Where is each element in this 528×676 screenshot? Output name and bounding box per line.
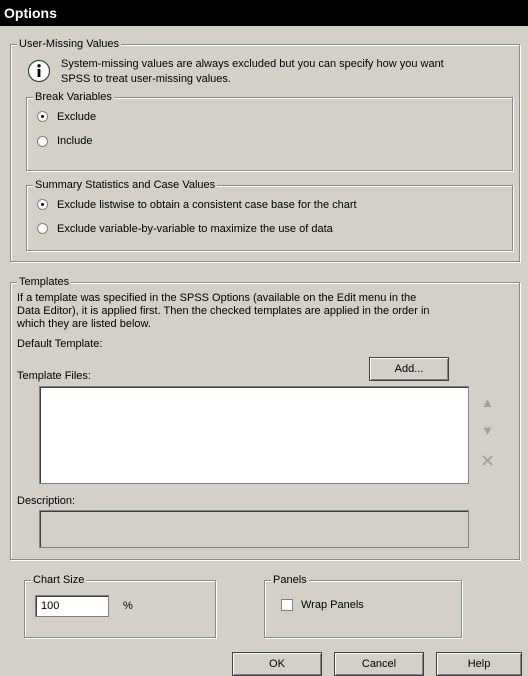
templates-info-line3: which they are listed below. <box>17 318 151 330</box>
templates-legend: Templates <box>17 275 72 289</box>
user-missing-info-line2: SPSS to treat user-missing values. <box>61 73 231 85</box>
help-button[interactable]: Help <box>436 652 522 676</box>
wrap-panels-label[interactable]: Wrap Panels <box>301 598 364 612</box>
exclude-radio-label[interactable]: Exclude <box>57 110 96 124</box>
description-field <box>39 510 469 548</box>
user-missing-legend: User-Missing Values <box>17 37 122 51</box>
chart-size-value: 100 <box>41 600 60 612</box>
break-variables-group: Break Variables Exclude Include <box>26 90 513 171</box>
user-missing-group: User-Missing Values System-missing value… <box>10 37 520 262</box>
cancel-button[interactable]: Cancel <box>334 652 424 676</box>
chart-size-legend: Chart Size <box>31 573 87 587</box>
chart-size-unit: % <box>123 600 133 612</box>
exclude-variable-label[interactable]: Exclude variable-by-variable to maximize… <box>57 222 333 236</box>
panels-legend: Panels <box>271 573 309 587</box>
ok-button[interactable]: OK <box>232 652 322 676</box>
template-files-list[interactable] <box>39 386 469 484</box>
exclude-variable-radio[interactable] <box>37 223 48 234</box>
break-variables-legend: Break Variables <box>33 90 114 104</box>
exclude-radio[interactable] <box>37 111 48 122</box>
dialog-title: Options <box>0 0 528 26</box>
user-missing-info-line1: System-missing values are always exclude… <box>61 58 444 70</box>
move-down-icon[interactable]: ▼ <box>481 423 494 438</box>
templates-info-line1: If a template was specified in the SPSS … <box>17 292 417 304</box>
chart-size-group: Chart Size 100 % <box>24 573 216 638</box>
move-up-icon[interactable]: ▲ <box>481 395 494 410</box>
remove-icon[interactable]: ✕ <box>480 451 495 472</box>
exclude-listwise-radio[interactable] <box>37 199 48 210</box>
chart-size-input[interactable]: 100 <box>35 595 109 617</box>
wrap-panels-checkbox[interactable] <box>281 599 293 611</box>
add-template-button[interactable]: Add... <box>369 357 449 381</box>
info-icon <box>27 59 51 83</box>
templates-group: Templates If a template was specified in… <box>10 275 520 560</box>
summary-statistics-legend: Summary Statistics and Case Values <box>33 178 218 192</box>
include-radio-label[interactable]: Include <box>57 134 92 148</box>
summary-statistics-group: Summary Statistics and Case Values Exclu… <box>26 178 513 251</box>
panels-group: Panels Wrap Panels <box>264 573 462 638</box>
template-files-label: Template Files: <box>17 370 91 382</box>
default-template-label: Default Template: <box>17 338 103 350</box>
description-label: Description: <box>17 495 76 507</box>
templates-info-line2: Data Editor), it is applied first. Then … <box>17 305 430 317</box>
include-radio[interactable] <box>37 136 48 147</box>
exclude-listwise-label[interactable]: Exclude listwise to obtain a consistent … <box>57 198 357 212</box>
